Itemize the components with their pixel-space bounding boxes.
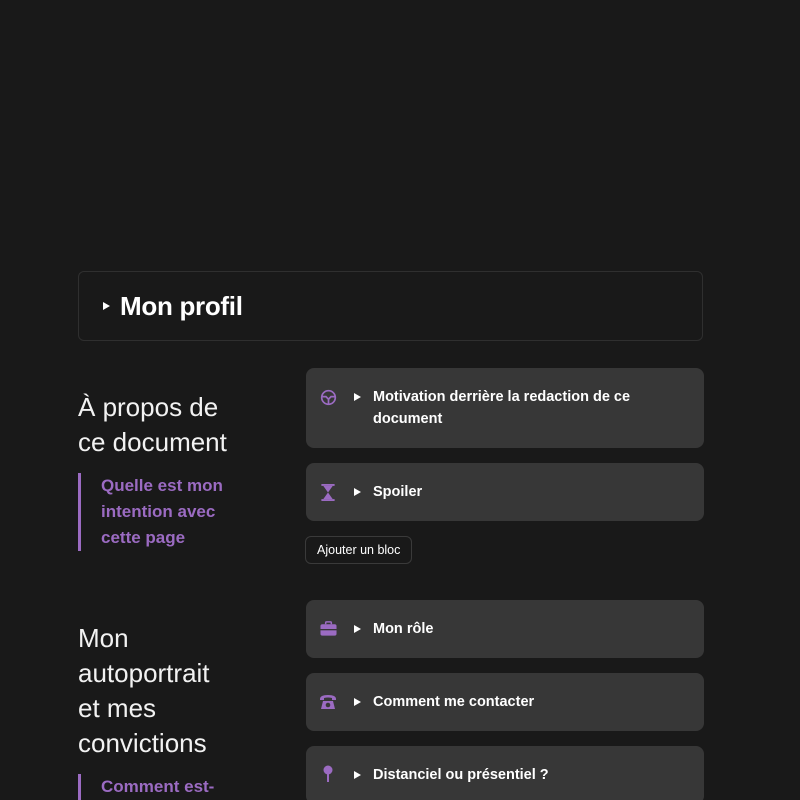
card-label: Spoiler bbox=[373, 484, 423, 500]
briefcase-icon bbox=[319, 620, 337, 638]
card-label: Motivation derrière la redaction de ce d… bbox=[373, 386, 684, 430]
heading-line: ce document bbox=[78, 427, 227, 457]
hourglass-icon bbox=[319, 483, 337, 501]
profile-title: Mon profil bbox=[120, 290, 243, 321]
card-label-line: document bbox=[373, 411, 443, 427]
heading-line: autoportrait bbox=[78, 658, 210, 688]
card-label: Mon rôle bbox=[373, 621, 434, 637]
section-quote-portrait: Comment est- bbox=[78, 774, 214, 800]
steering-wheel-icon bbox=[319, 388, 337, 406]
toggle-triangle-icon[interactable] bbox=[354, 393, 361, 401]
section-heading-portrait: Mon autoportrait et mes convictions bbox=[78, 621, 210, 761]
section-quote-about: Quelle est mon intention avec cette page bbox=[78, 473, 223, 551]
heading-line: À propos de bbox=[78, 392, 219, 422]
toggle-triangle-icon[interactable] bbox=[354, 488, 361, 496]
card-label-line: Motivation derrière la redaction de ce bbox=[373, 389, 631, 405]
card-label: Comment me contacter bbox=[373, 694, 535, 710]
quote-line: Quelle est mon bbox=[101, 476, 223, 495]
section-heading-about: À propos de ce document bbox=[78, 390, 227, 460]
toggle-triangle-icon[interactable] bbox=[103, 302, 110, 310]
toggle-triangle-icon[interactable] bbox=[354, 698, 361, 706]
profile-toggle[interactable]: Mon profil bbox=[78, 271, 703, 341]
quote-line: Comment est- bbox=[101, 777, 215, 796]
card-contact[interactable]: Comment me contacter bbox=[306, 673, 704, 731]
heading-line: Mon bbox=[78, 623, 129, 653]
page: Mon profil À propos de ce document Quell… bbox=[0, 0, 800, 800]
toggle-triangle-icon[interactable] bbox=[354, 771, 361, 779]
card-motivation[interactable]: Motivation derrière la redaction de ce d… bbox=[306, 368, 704, 448]
pin-icon bbox=[319, 765, 337, 783]
heading-line: et mes bbox=[78, 693, 157, 723]
card-label: Distanciel ou présentiel ? bbox=[373, 767, 549, 783]
quote-line: intention avec bbox=[101, 502, 216, 521]
quote-line: cette page bbox=[101, 528, 186, 547]
card-remote[interactable]: Distanciel ou présentiel ? bbox=[306, 746, 704, 800]
card-role[interactable]: Mon rôle bbox=[306, 600, 704, 658]
add-block-button[interactable]: Ajouter un bloc bbox=[305, 536, 413, 564]
telephone-icon bbox=[319, 693, 337, 711]
toggle-triangle-icon[interactable] bbox=[354, 625, 361, 633]
card-spoiler[interactable]: Spoiler bbox=[306, 463, 704, 521]
heading-line: convictions bbox=[78, 728, 207, 758]
